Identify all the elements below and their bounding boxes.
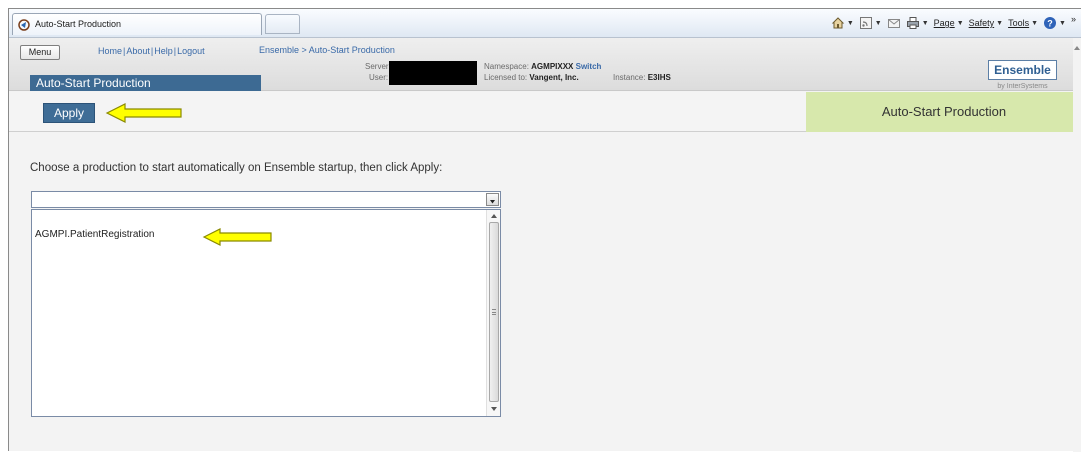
chevron-down-icon: ▼ bbox=[921, 19, 929, 27]
tools-menu-label: Tools bbox=[1008, 18, 1030, 28]
license-info: Licensed to: Vangent, Inc. bbox=[484, 73, 579, 82]
page-title-panel: Auto-Start Production bbox=[806, 92, 1081, 132]
help-icon: ? bbox=[1044, 17, 1057, 29]
redacted-server-user bbox=[389, 61, 477, 85]
server-label: Server: bbox=[365, 62, 391, 71]
chevron-down-icon: ▼ bbox=[846, 19, 854, 27]
chevron-down-icon: ▼ bbox=[1031, 19, 1039, 27]
switch-link[interactable]: Switch bbox=[576, 62, 602, 71]
printer-icon bbox=[906, 17, 919, 29]
chevron-down-icon: ▼ bbox=[996, 19, 1004, 27]
scroll-down-icon[interactable] bbox=[490, 405, 498, 413]
instance-value: E3IHS bbox=[647, 73, 671, 82]
nav-link-logout[interactable]: Logout bbox=[177, 46, 205, 56]
browser-tab-title: Auto-Start Production bbox=[35, 19, 122, 29]
breadcrumb[interactable]: Ensemble > Auto-Start Production bbox=[259, 45, 395, 55]
scrollbar-thumb[interactable] bbox=[489, 222, 499, 402]
scroll-up-icon[interactable] bbox=[490, 212, 498, 220]
more-commands-icon: » bbox=[1070, 14, 1076, 24]
page-title-tab: Auto-Start Production bbox=[30, 75, 261, 91]
chevron-down-icon: ▼ bbox=[874, 19, 882, 27]
browser-toolbar: Auto-Start Production ▼ ▼ ▼ Page ▼ Safet… bbox=[9, 9, 1081, 38]
ie-page-icon bbox=[18, 19, 30, 31]
logo-subtitle: by InterSystems bbox=[997, 83, 1048, 90]
nav-links: Home|About|Help|Logout bbox=[98, 46, 205, 56]
page-menu[interactable]: Page ▼ bbox=[934, 18, 964, 28]
command-bar: ▼ ▼ ▼ Page ▼ Safety ▼ Tools ▼ ? ▼ » bbox=[831, 14, 1076, 32]
dropdown-button[interactable] bbox=[486, 193, 499, 206]
highlight-arrow-icon bbox=[105, 103, 182, 123]
chevron-down-icon: ▼ bbox=[1059, 19, 1066, 27]
namespace-label: Namespace: bbox=[484, 62, 529, 71]
chevron-down-icon bbox=[490, 200, 495, 204]
list-item[interactable]: AGMPI.PatientRegistration bbox=[35, 229, 155, 240]
chevron-down-icon: ▼ bbox=[956, 19, 964, 27]
scroll-up-icon[interactable] bbox=[1073, 44, 1081, 52]
instance-label: Instance: bbox=[613, 73, 646, 82]
ensemble-logo: Ensemble bbox=[988, 60, 1057, 80]
nav-link-about[interactable]: About bbox=[126, 46, 150, 56]
action-toolbar: Apply Auto-Start Production bbox=[9, 92, 1081, 132]
browser-tab[interactable]: Auto-Start Production bbox=[12, 13, 262, 35]
scrollbar-grip bbox=[492, 309, 496, 315]
safety-menu-label: Safety bbox=[968, 18, 995, 28]
instruction-text: Choose a production to start automatical… bbox=[30, 162, 443, 174]
svg-text:?: ? bbox=[1047, 19, 1053, 29]
ensemble-header: Menu Home|About|Help|Logout Ensemble > A… bbox=[9, 38, 1081, 91]
feeds-button[interactable]: ▼ bbox=[859, 16, 882, 30]
tools-menu[interactable]: Tools ▼ bbox=[1008, 18, 1038, 28]
feeds-icon bbox=[859, 17, 872, 29]
list-scrollbar[interactable] bbox=[486, 210, 500, 416]
production-select[interactable] bbox=[31, 191, 501, 208]
namespace-value: AGMPIXXX bbox=[531, 62, 574, 71]
nav-link-home[interactable]: Home bbox=[98, 46, 122, 56]
browser-window: Auto-Start Production ▼ ▼ ▼ Page ▼ Safet… bbox=[8, 8, 1081, 452]
production-list[interactable]: AGMPI.PatientRegistration bbox=[31, 209, 501, 417]
new-tab-button[interactable] bbox=[265, 14, 300, 34]
mail-icon bbox=[887, 19, 900, 28]
safety-menu[interactable]: Safety ▼ bbox=[969, 18, 1003, 28]
home-button[interactable]: ▼ bbox=[831, 16, 854, 30]
help-button[interactable]: ? ▼ bbox=[1043, 16, 1066, 30]
mail-button[interactable] bbox=[887, 16, 901, 30]
page-menu-label: Page bbox=[933, 18, 955, 28]
highlight-arrow-icon bbox=[202, 228, 272, 246]
menu-button[interactable]: Menu bbox=[20, 45, 60, 60]
home-icon bbox=[831, 17, 845, 29]
user-label: User: bbox=[369, 73, 389, 82]
more-commands-button[interactable]: » bbox=[1071, 14, 1076, 28]
print-button[interactable]: ▼ bbox=[906, 16, 929, 30]
instance-info: Instance: E3IHS bbox=[613, 73, 671, 82]
apply-button[interactable]: Apply bbox=[43, 103, 95, 123]
licensed-label: Licensed to: bbox=[484, 73, 528, 82]
licensed-value: Vangent, Inc. bbox=[529, 73, 579, 82]
nav-link-help[interactable]: Help bbox=[154, 46, 173, 56]
page-scrollbar[interactable] bbox=[1073, 38, 1081, 452]
namespace-info: Namespace: AGMPIXXX Switch bbox=[484, 62, 601, 71]
